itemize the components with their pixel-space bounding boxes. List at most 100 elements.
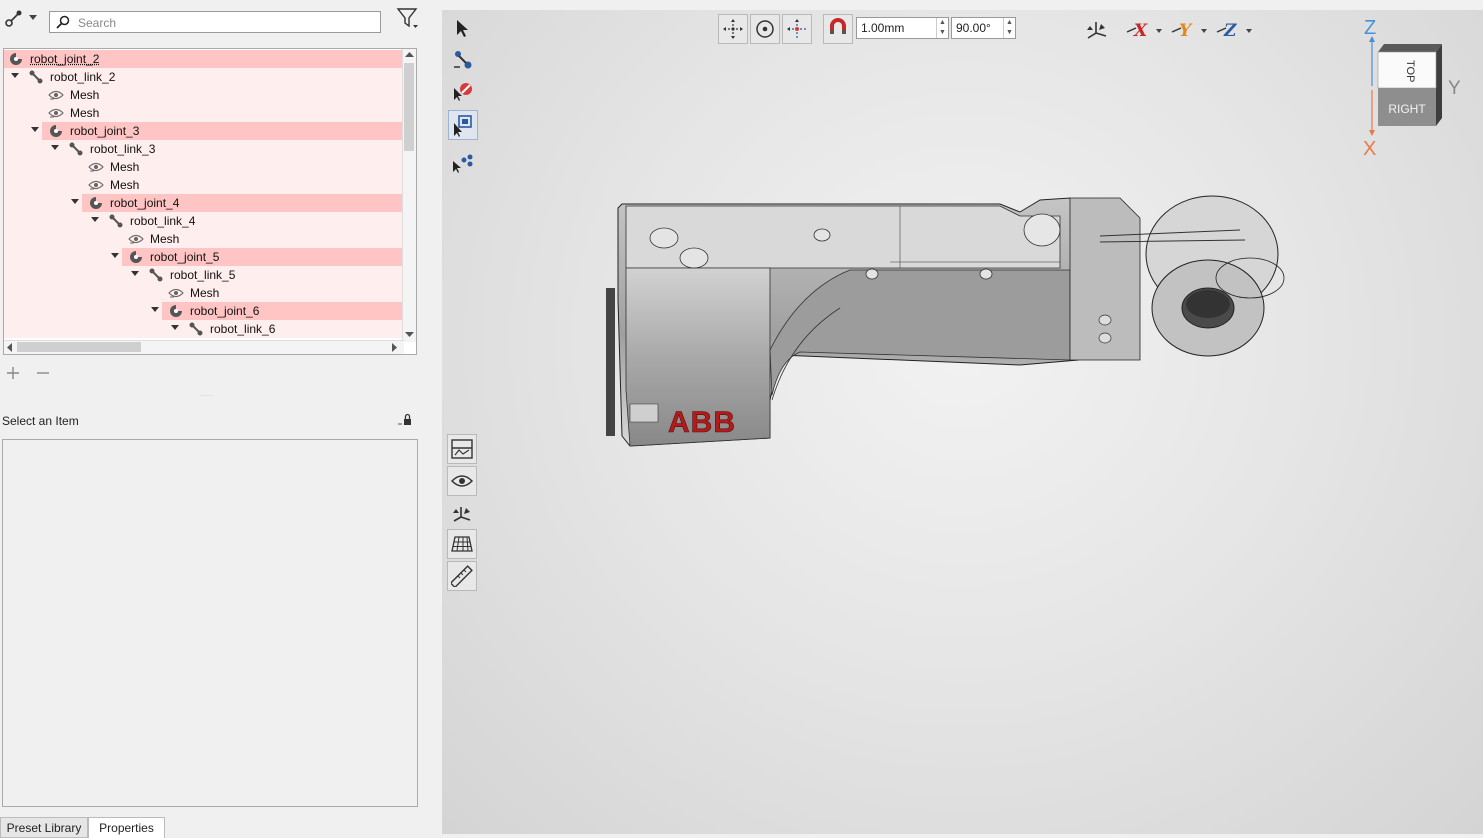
tree-item-mesh[interactable]: Mesh: [4, 176, 404, 194]
translate-gizmo-button[interactable]: [718, 14, 748, 44]
tree-item-label: robot_link_6: [210, 322, 276, 336]
tree-item-link[interactable]: robot_link_6: [4, 320, 404, 338]
search-input[interactable]: [76, 14, 370, 32]
tree-item-joint[interactable]: robot_joint_2: [4, 50, 404, 68]
tree-toolbar: [0, 4, 437, 34]
connect-joint-icon[interactable]: [452, 49, 474, 71]
section-view-button[interactable]: [447, 434, 477, 464]
snap-magnet-button[interactable]: [823, 14, 853, 44]
measure-button[interactable]: [447, 561, 477, 591]
z-axis-dropdown[interactable]: Z: [1215, 18, 1253, 42]
tree-item-label: Mesh: [110, 160, 140, 174]
snap-angle-spinbox[interactable]: 90.00° ▲ ▼: [951, 17, 1016, 39]
tree-vscroll-thumb[interactable]: [404, 63, 414, 151]
tree-item-mesh[interactable]: Mesh: [4, 230, 404, 248]
tree-item-mesh[interactable]: Mesh: [4, 86, 404, 104]
x-axis-dropdown[interactable]: X: [1125, 18, 1163, 42]
axis-x-label: X: [1363, 138, 1376, 160]
joint-icon: [8, 51, 24, 67]
left-panel: robot_joint_2 robot_link_2 Mesh Mesh robot_j…: [0, 0, 437, 838]
tree-item-link[interactable]: robot_link_3: [4, 140, 404, 158]
mesh-icon: [168, 285, 184, 301]
link-icon: [148, 267, 164, 283]
tree-horizontal-scrollbar[interactable]: [4, 340, 404, 354]
tab-preset-library[interactable]: Preset Library: [0, 817, 88, 838]
tree-item-link[interactable]: robot_link_2: [4, 68, 404, 86]
properties-title: Select an Item: [2, 414, 79, 428]
tree-item-label: Mesh: [70, 106, 100, 120]
frames-visibility-icon[interactable]: [451, 503, 473, 525]
tree-vertical-scrollbar[interactable]: [402, 49, 416, 342]
tree-item-label: Mesh: [190, 286, 220, 300]
frame-select-button[interactable]: [448, 110, 478, 140]
grid-button[interactable]: [447, 529, 477, 559]
tree-item-label: robot_joint_4: [110, 196, 180, 210]
chevron-down-icon[interactable]: [26, 6, 40, 30]
tree-item-joint[interactable]: robot_joint_6: [4, 302, 404, 320]
tree-item-label: robot_link_2: [50, 70, 116, 84]
joint-icon: [88, 195, 104, 211]
expand-caret-icon[interactable]: [171, 325, 179, 330]
expand-caret-icon[interactable]: [31, 127, 39, 132]
tree-item-label: Mesh: [70, 88, 100, 102]
disable-collision-icon[interactable]: [452, 80, 474, 102]
tree-item-joint[interactable]: robot_joint_3: [4, 122, 404, 140]
visibility-button[interactable]: [447, 466, 477, 496]
snap-distance-spinbox[interactable]: 1.00mm ▲ ▼: [856, 17, 949, 39]
expand-caret-icon[interactable]: [11, 73, 19, 78]
select-cursor-icon[interactable]: [452, 18, 474, 40]
pivot-gizmo-button[interactable]: [782, 14, 812, 44]
tree-item-joint[interactable]: robot_joint_5: [4, 248, 404, 266]
snap-angle-value: 90.00°: [956, 21, 991, 35]
view-cube-top-face[interactable]: TOP: [1404, 60, 1416, 82]
joint-tool-icon[interactable]: [2, 6, 28, 30]
tree-item-label: robot_joint_6: [190, 304, 260, 318]
axes-frame-icon[interactable]: [1085, 18, 1109, 42]
expand-caret-icon[interactable]: [91, 217, 99, 222]
expand-caret-icon[interactable]: [111, 253, 119, 258]
tree-item-joint[interactable]: robot_joint_4: [4, 194, 404, 212]
tree-item-mesh[interactable]: Mesh: [4, 104, 404, 122]
tree-item-label: robot_link_4: [130, 214, 196, 228]
tree-item-mesh[interactable]: Mesh: [4, 284, 404, 302]
tree-hscroll-thumb[interactable]: [17, 342, 141, 352]
properties-panel: [2, 439, 418, 807]
tab-properties[interactable]: Properties: [88, 817, 165, 838]
search-field[interactable]: [49, 11, 381, 33]
y-axis-letter-icon: Y: [1179, 21, 1193, 41]
expand-caret-icon[interactable]: [71, 199, 79, 204]
3d-viewport[interactable]: 1.00mm ▲ ▼ 90.00° ▲ ▼ X Y Z Z X Y TOP RIG: [442, 10, 1483, 834]
tree-item-mesh[interactable]: Mesh: [4, 158, 404, 176]
tree-item-label: Mesh: [150, 232, 180, 246]
snap-distance-value: 1.00mm: [861, 21, 905, 35]
filter-icon[interactable]: [395, 6, 421, 30]
view-cube-right-face[interactable]: RIGHT: [1388, 102, 1426, 116]
view-cube[interactable]: Z X Y TOP RIGHT: [1360, 12, 1470, 162]
search-icon: [56, 15, 70, 29]
robot-arm-model[interactable]: ABB: [600, 190, 1300, 460]
mesh-icon: [128, 231, 144, 247]
axis-z-label: Z: [1364, 17, 1376, 39]
expand-caret-icon[interactable]: [51, 145, 59, 150]
multi-select-icon[interactable]: [452, 152, 474, 174]
rotate-gizmo-button[interactable]: [750, 14, 780, 44]
tree-item-label: robot_joint_3: [70, 124, 140, 138]
link-icon: [68, 141, 84, 157]
splitter-handle[interactable]: ·····: [200, 392, 218, 400]
tree-item-link[interactable]: robot_link_4: [4, 212, 404, 230]
y-axis-dropdown[interactable]: Y: [1170, 18, 1208, 42]
remove-button[interactable]: [36, 366, 52, 382]
add-button[interactable]: [6, 366, 22, 382]
link-icon: [28, 69, 44, 85]
scene-tree[interactable]: robot_joint_2 robot_link_2 Mesh Mesh robot_j…: [3, 48, 417, 355]
spin-arrows-icon[interactable]: ▲ ▼: [1003, 18, 1015, 38]
spin-arrows-icon[interactable]: ▲ ▼: [936, 18, 948, 38]
lock-icon[interactable]: [397, 412, 415, 430]
tree-item-label: robot_joint_2: [30, 52, 100, 66]
expand-caret-icon[interactable]: [131, 271, 139, 276]
tree-item-link[interactable]: robot_link_5: [4, 266, 404, 284]
expand-caret-icon[interactable]: [151, 307, 159, 312]
tree-item-label: Mesh: [110, 178, 140, 192]
tab-preset-library-label: Preset Library: [6, 820, 82, 835]
tree-item-label: robot_joint_5: [150, 250, 220, 264]
